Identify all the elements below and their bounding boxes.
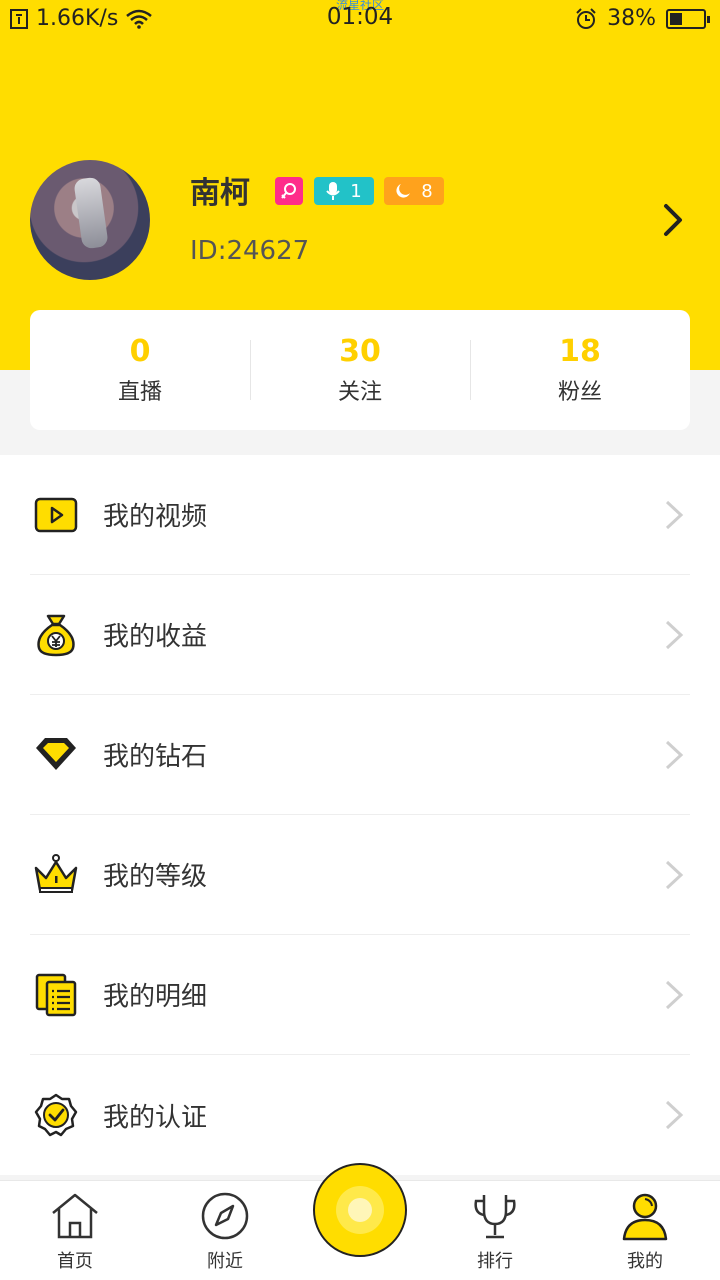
user-id: ID:24627	[190, 236, 310, 266]
video-icon	[34, 497, 78, 532]
anchor-level-value: 1	[350, 180, 362, 202]
profile-chevron-right-icon[interactable]	[660, 202, 688, 238]
microphone-icon	[326, 182, 341, 200]
stat-following-label: 关注	[337, 380, 382, 405]
diamond-icon	[36, 737, 76, 770]
home-icon	[52, 1193, 98, 1239]
alarm-icon	[576, 7, 596, 29]
user-level-badge: 8	[384, 177, 444, 205]
menu-label-level: 我的等级	[103, 862, 208, 892]
nav-profile-label: 我的	[627, 1251, 663, 1272]
stat-fans[interactable]: 18 粉丝	[470, 310, 690, 430]
menu-item-earnings[interactable]: 我的收益	[30, 575, 690, 695]
moon-icon	[396, 184, 411, 198]
menu-item-videos[interactable]: 我的视频	[30, 455, 690, 575]
chevron-right-icon	[665, 500, 684, 530]
compass-icon	[201, 1192, 249, 1240]
battery-icon	[666, 8, 710, 29]
stat-fans-value: 18	[559, 334, 601, 369]
nav-ranking-label: 排行	[477, 1251, 513, 1272]
chevron-right-icon	[665, 1100, 684, 1130]
female-icon	[281, 183, 296, 199]
chevron-right-icon	[665, 620, 684, 650]
stat-live[interactable]: 0 直播	[30, 310, 250, 430]
stat-live-value: 0	[129, 334, 151, 369]
anchor-level-badge: 1	[314, 177, 374, 205]
menu-item-level[interactable]: 我的等级	[30, 815, 690, 935]
trophy-icon	[474, 1195, 516, 1239]
user-level-value: 8	[421, 180, 433, 202]
go-live-dot	[348, 1198, 372, 1222]
stat-following[interactable]: 30 关注	[250, 310, 470, 430]
nav-nearby[interactable]: 附近	[175, 1191, 275, 1273]
go-live-button[interactable]	[313, 1163, 407, 1257]
chevron-right-icon	[665, 980, 684, 1010]
menu-item-verification[interactable]: 我的认证	[30, 1055, 690, 1175]
nav-home-label: 首页	[57, 1251, 93, 1272]
verified-icon	[34, 1093, 78, 1137]
menu-label-details: 我的明细	[103, 982, 208, 1012]
user-name: 南柯	[190, 176, 250, 211]
battery-percent: 38%	[607, 6, 656, 31]
stats-card: 0 直播 30 关注 18 粉丝	[30, 310, 690, 430]
menu-list: 我的视频 我的收益 我的钻石 我的等级 我的明细 我的认证	[0, 455, 720, 1175]
menu-label-videos: 我的视频	[103, 502, 208, 532]
battery-fill	[670, 12, 683, 25]
menu-item-details[interactable]: 我的明细	[30, 935, 690, 1055]
go-live-ring	[336, 1186, 384, 1234]
chevron-right-icon	[665, 860, 684, 890]
menu-label-earnings: 我的收益	[103, 622, 208, 652]
profile-icon	[622, 1193, 668, 1241]
stat-following-value: 30	[339, 334, 381, 369]
list-icon	[35, 973, 77, 1016]
avatar[interactable]	[30, 160, 150, 280]
nav-ranking[interactable]: 排行	[445, 1191, 545, 1273]
nav-nearby-label: 附近	[207, 1251, 243, 1272]
status-right: 38%	[575, 6, 710, 31]
stat-live-label: 直播	[117, 380, 162, 405]
money-bag-icon	[37, 614, 75, 656]
status-bar: 1.66K/s 流星社区 01:04 38%	[0, 0, 720, 40]
stat-fans-label: 粉丝	[557, 380, 602, 405]
menu-label-diamonds: 我的钻石	[103, 742, 208, 772]
chevron-right-icon	[665, 740, 684, 770]
crown-icon	[34, 853, 78, 893]
menu-item-diamonds[interactable]: 我的钻石	[30, 695, 690, 815]
nav-profile[interactable]: 我的	[595, 1191, 695, 1273]
gender-badge	[275, 177, 303, 205]
nav-home[interactable]: 首页	[25, 1191, 125, 1273]
menu-label-verification: 我的认证	[103, 1102, 208, 1133]
